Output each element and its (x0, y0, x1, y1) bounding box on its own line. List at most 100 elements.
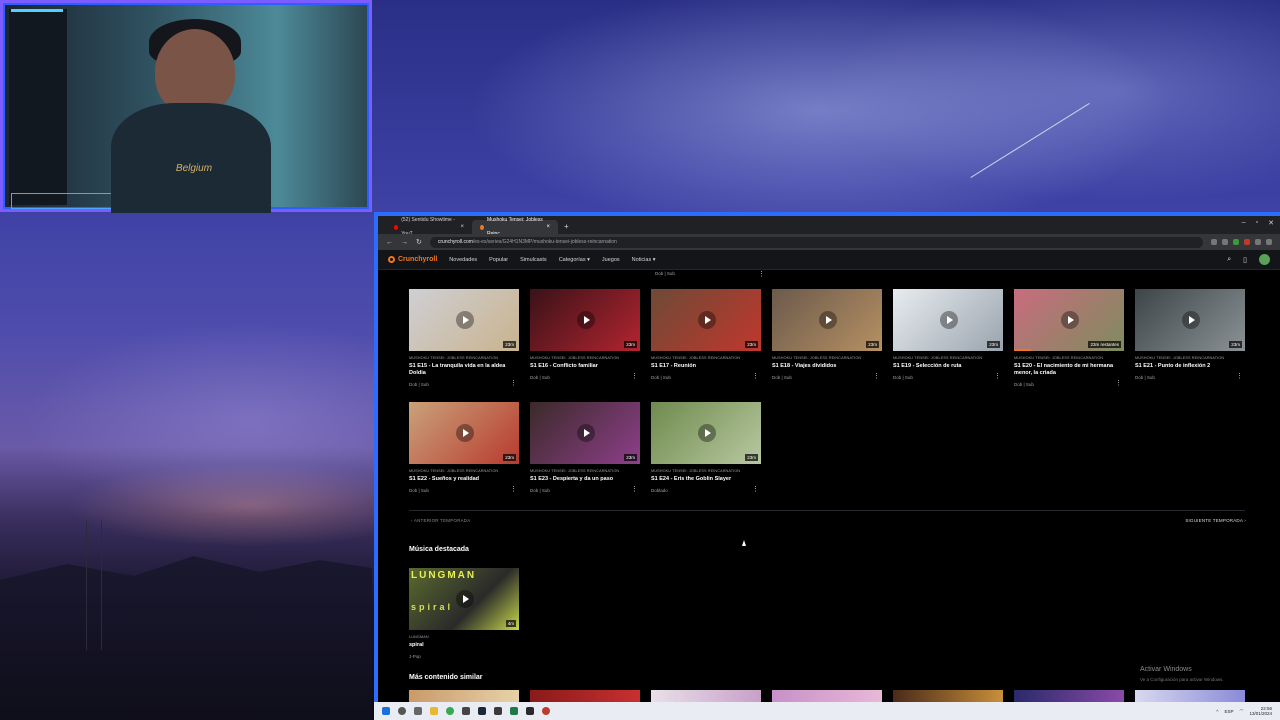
episode-thumbnail[interactable]: 23m (530, 289, 640, 351)
language-indicator[interactable]: ESP (1225, 709, 1234, 714)
episode-card[interactable]: 23m MUSHOKU TENSEI: JOBLESS REINCARNATION… (1135, 289, 1245, 380)
episode-card[interactable]: 23m MUSHOKU TENSEI: JOBLESS REINCARNATION… (409, 402, 519, 493)
cast-icon[interactable] (1211, 239, 1217, 245)
more-options-icon[interactable]: ⋮ (758, 270, 765, 278)
more-options-icon[interactable]: ⋮ (631, 372, 638, 380)
close-window-icon[interactable]: ✕ (1268, 219, 1274, 227)
episode-title[interactable]: S1 E22 - Sueños y realidad (409, 476, 514, 483)
episode-thumbnail[interactable]: 23m (409, 402, 519, 464)
play-icon[interactable] (698, 311, 716, 329)
forward-icon[interactable]: → (401, 239, 408, 246)
music-card[interactable]: LUNGMAN spiral 4m LUNGMAN spiral J-Pop (409, 568, 519, 659)
close-icon[interactable]: × (546, 220, 550, 234)
tab-youtube[interactable]: (52) Sentidu Showtime - YouT × (386, 217, 472, 237)
nav-noticias[interactable]: Noticias ▾ (632, 257, 656, 263)
star-icon[interactable] (1222, 239, 1228, 245)
app-icon[interactable] (494, 707, 502, 715)
task-view-icon[interactable] (414, 707, 422, 715)
clock[interactable]: 22:56 13/01/2024 (1249, 706, 1272, 716)
close-icon[interactable]: × (460, 220, 464, 234)
episode-title[interactable]: S1 E17 - Reunión (651, 363, 756, 370)
episode-thumbnail[interactable]: 23m (530, 402, 640, 464)
episode-thumbnail[interactable]: 23m (651, 402, 761, 464)
episode-title[interactable]: S1 E19 - Selección de ruta (893, 363, 998, 370)
chrome-icon[interactable] (446, 707, 454, 715)
music-title[interactable]: spiral (409, 642, 514, 649)
back-icon[interactable]: ← (386, 239, 393, 246)
episode-card[interactable]: 23m MUSHOKU TENSEI: JOBLESS REINCARNATION… (530, 289, 640, 380)
play-icon[interactable] (1182, 311, 1200, 329)
play-icon[interactable] (577, 311, 595, 329)
more-options-icon[interactable]: ⋮ (994, 372, 1001, 380)
play-icon[interactable] (577, 424, 595, 442)
search-icon[interactable]: ⌕ (1227, 256, 1231, 264)
episode-card[interactable]: 23m MUSHOKU TENSEI: JOBLESS REINCARNATION… (530, 402, 640, 493)
previous-season-button[interactable]: ‹ ANTERIOR TEMPORADA (411, 518, 470, 523)
episode-thumbnail[interactable]: 23m (772, 289, 882, 351)
bookmark-icon[interactable]: ▯ (1243, 256, 1247, 264)
episode-card[interactable]: 23m MUSHOKU TENSEI: JOBLESS REINCARNATION… (893, 289, 1003, 380)
more-options-icon[interactable]: ⋮ (752, 485, 759, 493)
episode-title[interactable]: S1 E21 - Punto de inflexión 2 (1135, 363, 1240, 370)
tab-crunchyroll[interactable]: Mushoku Tensei: Jobless Reinc × (472, 217, 558, 237)
next-season-button[interactable]: SIGUIENTE TEMPORADA › (1185, 518, 1246, 523)
episode-title[interactable]: S1 E16 - Conflicto familiar (530, 363, 635, 370)
minimize-icon[interactable]: – (1242, 219, 1246, 227)
episode-thumbnail[interactable]: 23m restantes (1014, 289, 1124, 351)
episode-thumbnail[interactable]: 23m (1135, 289, 1245, 351)
play-icon[interactable] (819, 311, 837, 329)
episode-card[interactable]: 23m MUSHOKU TENSEI: JOBLESS REINCARNATION… (772, 289, 882, 380)
app-icon[interactable] (462, 707, 470, 715)
app-icon[interactable] (526, 707, 534, 715)
nav-juegos[interactable]: Juegos (602, 257, 620, 263)
episode-title[interactable]: S1 E23 - Despierta y da un paso (530, 476, 635, 483)
episode-card[interactable]: 23m restantes MUSHOKU TENSEI: JOBLESS REI… (1014, 289, 1124, 387)
more-options-icon[interactable]: ⋮ (510, 485, 517, 493)
episode-card[interactable]: 23m MUSHOKU TENSEI: JOBLESS REINCARNATION… (409, 289, 519, 387)
more-options-icon[interactable]: ⋮ (631, 485, 638, 493)
episode-title[interactable]: S1 E18 - Viajes divididos (772, 363, 877, 370)
extension-icon[interactable] (1244, 239, 1250, 245)
extension-icon[interactable] (1233, 239, 1239, 245)
excel-icon[interactable] (510, 707, 518, 715)
more-options-icon[interactable]: ⋮ (752, 372, 759, 380)
more-options-icon[interactable]: ⋮ (510, 379, 517, 387)
episode-card[interactable]: 23m MUSHOKU TENSEI: JOBLESS REINCARNATION… (651, 289, 761, 380)
more-options-icon[interactable]: ⋮ (1236, 372, 1243, 380)
wifi-icon[interactable]: ◠ (1240, 708, 1244, 714)
app-icon[interactable] (542, 707, 550, 715)
play-icon[interactable] (456, 424, 474, 442)
episode-thumbnail[interactable]: 23m (651, 289, 761, 351)
episode-title[interactable]: S1 E20 - El nacimiento de mi hermana men… (1014, 363, 1119, 377)
crunchyroll-logo[interactable]: Crunchyroll (388, 256, 437, 263)
explorer-icon[interactable] (430, 707, 438, 715)
chevron-up-icon[interactable]: ^ (1216, 709, 1218, 714)
more-options-icon[interactable]: ⋮ (1115, 379, 1122, 387)
episode-thumbnail[interactable]: 23m (409, 289, 519, 351)
nav-categorias[interactable]: Categorías ▾ (559, 257, 590, 263)
episode-thumbnail[interactable]: 23m (893, 289, 1003, 351)
play-icon[interactable] (1061, 311, 1079, 329)
play-icon[interactable] (456, 590, 474, 608)
episode-card[interactable]: 23m MUSHOKU TENSEI: JOBLESS REINCARNATION… (651, 402, 761, 493)
windows-start-icon[interactable] (382, 707, 390, 715)
play-icon[interactable] (698, 424, 716, 442)
nav-novedades[interactable]: Novedades (449, 257, 477, 263)
nav-popular[interactable]: Popular (489, 257, 508, 263)
play-icon[interactable] (456, 311, 474, 329)
maximize-icon[interactable]: ▫ (1256, 219, 1258, 227)
episode-title[interactable]: S1 E15 - La tranquila vida en la aldea D… (409, 363, 514, 377)
search-icon[interactable] (398, 707, 406, 715)
episode-title[interactable]: S1 E24 - Eris the Goblin Slayer (651, 476, 756, 483)
music-thumbnail[interactable]: LUNGMAN spiral 4m (409, 568, 519, 630)
new-tab-button[interactable]: + (558, 220, 575, 234)
steam-icon[interactable] (478, 707, 486, 715)
play-icon[interactable] (940, 311, 958, 329)
url-field[interactable]: crunchyroll.com/es-es/series/G24H1N3MP/m… (429, 236, 1203, 248)
puzzle-icon[interactable] (1255, 239, 1261, 245)
profile-icon[interactable] (1266, 239, 1272, 245)
more-options-icon[interactable]: ⋮ (873, 372, 880, 380)
nav-simulcasts[interactable]: Simulcasts (520, 257, 547, 263)
reload-icon[interactable]: ↻ (416, 238, 422, 246)
avatar[interactable] (1259, 254, 1270, 265)
